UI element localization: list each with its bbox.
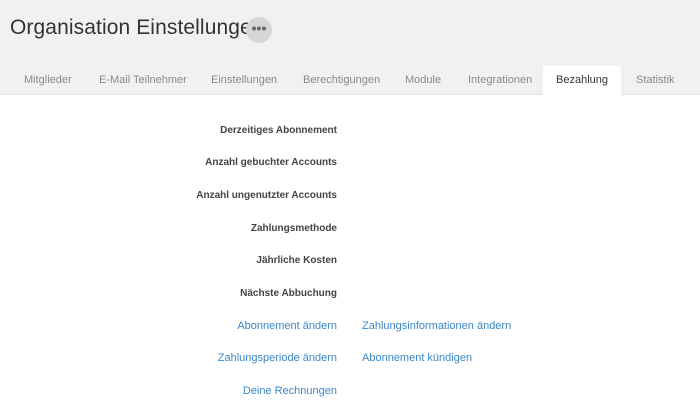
label-zahlungsmethode: Zahlungsmethode [250,223,337,234]
change-payment-period-link[interactable]: Zahlungsperiode ändern [218,352,337,364]
tab-statistik[interactable]: Statistik [636,66,675,95]
tab-module[interactable]: Module [405,66,441,95]
label-gebuchte-accounts: Anzahl gebuchter Accounts [205,157,337,168]
settings-tabs: Mitglieder E-Mail Teilnehmer Einstellung… [0,66,700,96]
label-ungenutzte-accounts: Anzahl ungenutzter Accounts [196,190,337,201]
invoices-link[interactable]: Deine Rechnungen [243,385,337,397]
more-options-button[interactable]: ••• [246,17,272,43]
tab-bezahlung[interactable]: Bezahlung [543,66,621,96]
settings-header: Organisation Einstellungen ••• Mitgliede… [0,0,700,96]
label-naechste-abbuchung: Nächste Abbuchung [240,288,337,299]
change-payment-info-link[interactable]: Zahlungsinformationen ändern [362,320,511,332]
more-dots-icon: ••• [251,20,267,36]
change-subscription-link[interactable]: Abonnement ändern [237,320,337,332]
label-derzeitiges-abonnement: Derzeitiges Abonnement [220,125,337,136]
cancel-subscription-link[interactable]: Abonnement kündigen [362,352,472,364]
tab-integrationen[interactable]: Integrationen [468,66,532,95]
tab-mitglieder[interactable]: Mitglieder [24,66,72,95]
tab-berechtigungen[interactable]: Berechtigungen [303,66,380,95]
tab-email-teilnehmer[interactable]: E-Mail Teilnehmer [99,66,187,95]
tab-einstellungen[interactable]: Einstellungen [211,66,277,95]
label-jaehrliche-kosten: Jährliche Kosten [256,255,337,266]
page-title: Organisation Einstellungen [10,16,264,39]
